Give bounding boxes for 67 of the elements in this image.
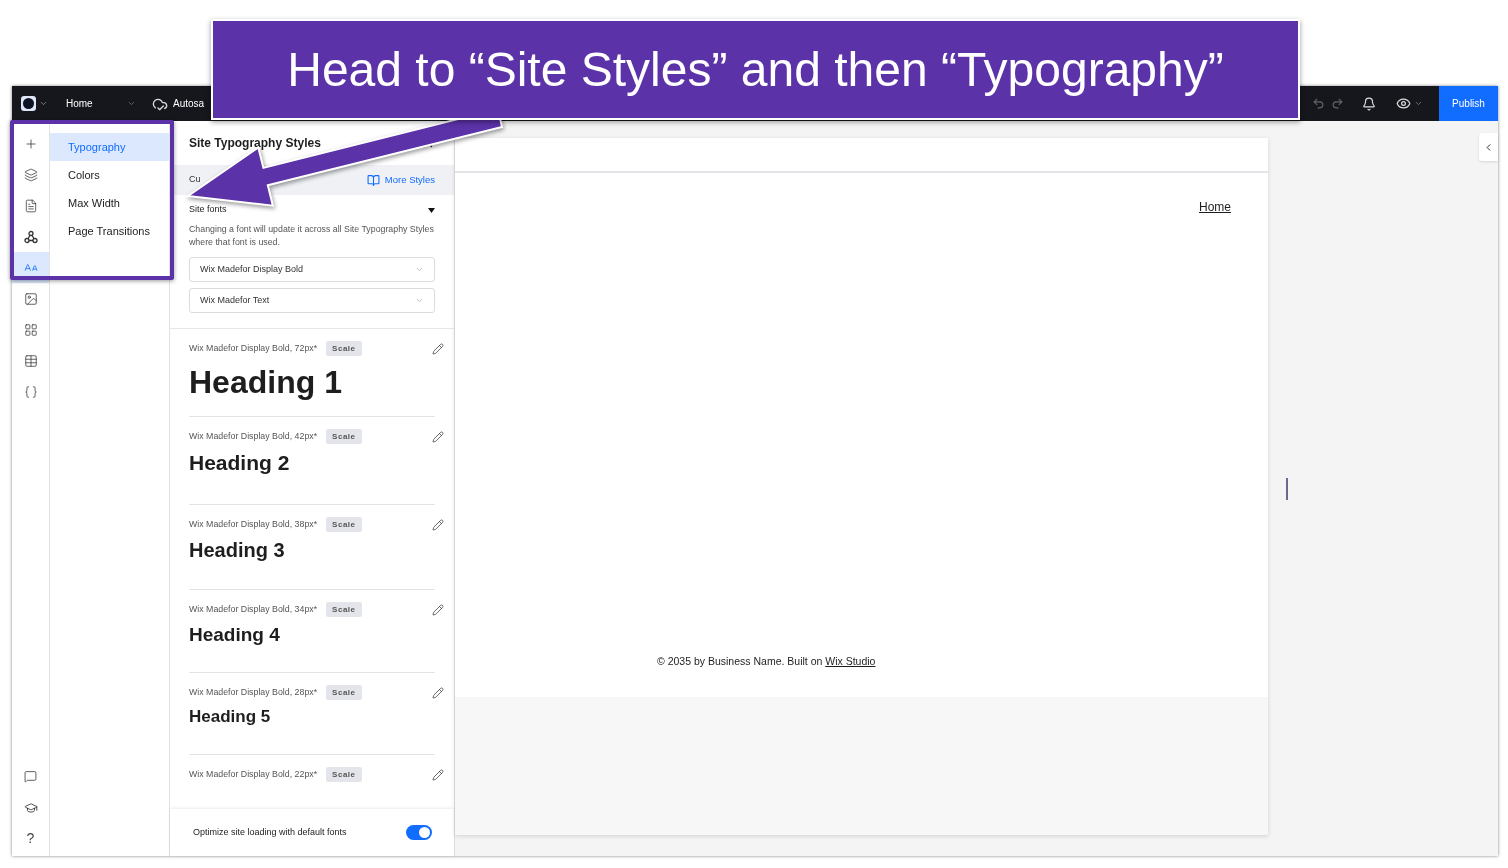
font-spec: Wix Madefor Display Bold, 28px* bbox=[189, 685, 318, 699]
eye-icon bbox=[1396, 96, 1411, 111]
font-dropdown[interactable]: Wix Madefor Text bbox=[189, 288, 435, 313]
table-icon bbox=[23, 353, 38, 368]
current-label: Cu bbox=[189, 173, 201, 187]
annotation-text: Head to “Site Styles” and then “Typography” bbox=[287, 41, 1224, 98]
heading-preview: Heading 4 bbox=[189, 623, 281, 647]
footer-text: © 2035 by Business Name. Built on bbox=[657, 655, 824, 668]
chevron-icon[interactable] bbox=[39, 99, 48, 108]
pencil-icon[interactable] bbox=[432, 430, 444, 443]
help-text: Changing a font will update it across all Site Typography Styles where that font is used. bbox=[189, 223, 435, 249]
logo-icon[interactable] bbox=[21, 96, 36, 111]
resize-handle[interactable] bbox=[1286, 478, 1288, 500]
section-label: Site fonts bbox=[189, 203, 227, 217]
scale-badge: Scale bbox=[326, 429, 362, 444]
layers-icon bbox=[23, 167, 38, 182]
font-spec: Wix Madefor Display Bold, 38px* bbox=[189, 517, 318, 531]
scale-badge: Scale bbox=[326, 341, 362, 356]
toggle-switch[interactable] bbox=[406, 825, 432, 840]
autosave-status: Autosa bbox=[173, 97, 205, 111]
nav-link[interactable]: Home bbox=[1199, 198, 1231, 216]
scale-badge: Scale bbox=[326, 685, 362, 700]
publish-button[interactable]: Publish bbox=[1439, 86, 1498, 121]
pencil-icon[interactable] bbox=[432, 518, 444, 531]
toggle-label: Optimize site loading with default fonts bbox=[193, 825, 347, 839]
heading-preview: Heading 5 bbox=[189, 706, 272, 728]
chevron-icon bbox=[415, 296, 424, 305]
font-spec: Wix Madefor Display Bold, 72px* bbox=[189, 341, 318, 355]
menu-item[interactable]: Typography bbox=[50, 133, 169, 161]
more-styles-link[interactable]: More Styles bbox=[366, 172, 435, 188]
menu-item[interactable]: Colors bbox=[50, 161, 169, 189]
pencil-icon[interactable] bbox=[432, 686, 444, 699]
font-spec: Wix Madefor Display Bold, 42px* bbox=[189, 429, 318, 443]
scale-badge: Scale bbox=[326, 767, 362, 782]
font-dropdown[interactable]: Wix Madefor Display Bold bbox=[189, 257, 435, 282]
font-spec: Wix Madefor Display Bold, 22px* bbox=[189, 767, 318, 781]
preview-toggle[interactable] bbox=[1396, 96, 1423, 111]
pencil-icon[interactable] bbox=[432, 603, 444, 616]
graduation-cap-icon[interactable] bbox=[23, 800, 38, 815]
grid-icon bbox=[23, 322, 38, 337]
scale-badge: Scale bbox=[326, 517, 362, 532]
chevron-icon bbox=[415, 265, 424, 274]
menu-item[interactable]: Max Width bbox=[50, 189, 169, 217]
plus-icon bbox=[23, 136, 38, 151]
font-spec: Wix Madefor Display Bold, 34px* bbox=[189, 602, 318, 616]
footer-link[interactable]: Wix Studio bbox=[825, 655, 876, 668]
pencil-icon[interactable] bbox=[432, 342, 444, 355]
heading-preview: Heading 2 bbox=[189, 450, 291, 476]
panel-title: Site Typography Styles bbox=[189, 135, 321, 152]
braces-icon bbox=[23, 384, 38, 399]
heading-preview: Heading 1 bbox=[189, 363, 343, 402]
nodes-icon bbox=[23, 229, 38, 244]
pencil-icon[interactable] bbox=[432, 768, 444, 781]
page-icon bbox=[23, 198, 38, 213]
heading-preview: Heading 3 bbox=[189, 538, 286, 563]
image-icon bbox=[23, 291, 38, 306]
scale-badge: Scale bbox=[326, 602, 362, 617]
chevron-icon bbox=[127, 99, 136, 108]
chat-icon[interactable] bbox=[24, 770, 37, 783]
redo-icon[interactable] bbox=[1331, 97, 1344, 110]
menu-item[interactable]: Page Transitions bbox=[50, 217, 169, 245]
bell-icon[interactable] bbox=[1362, 96, 1376, 111]
undo-icon[interactable] bbox=[1312, 97, 1325, 110]
chevron-icon bbox=[1414, 99, 1423, 108]
page-selector[interactable]: Home bbox=[66, 96, 136, 111]
help-button[interactable]: ? bbox=[26, 823, 35, 854]
book-icon bbox=[366, 173, 380, 187]
